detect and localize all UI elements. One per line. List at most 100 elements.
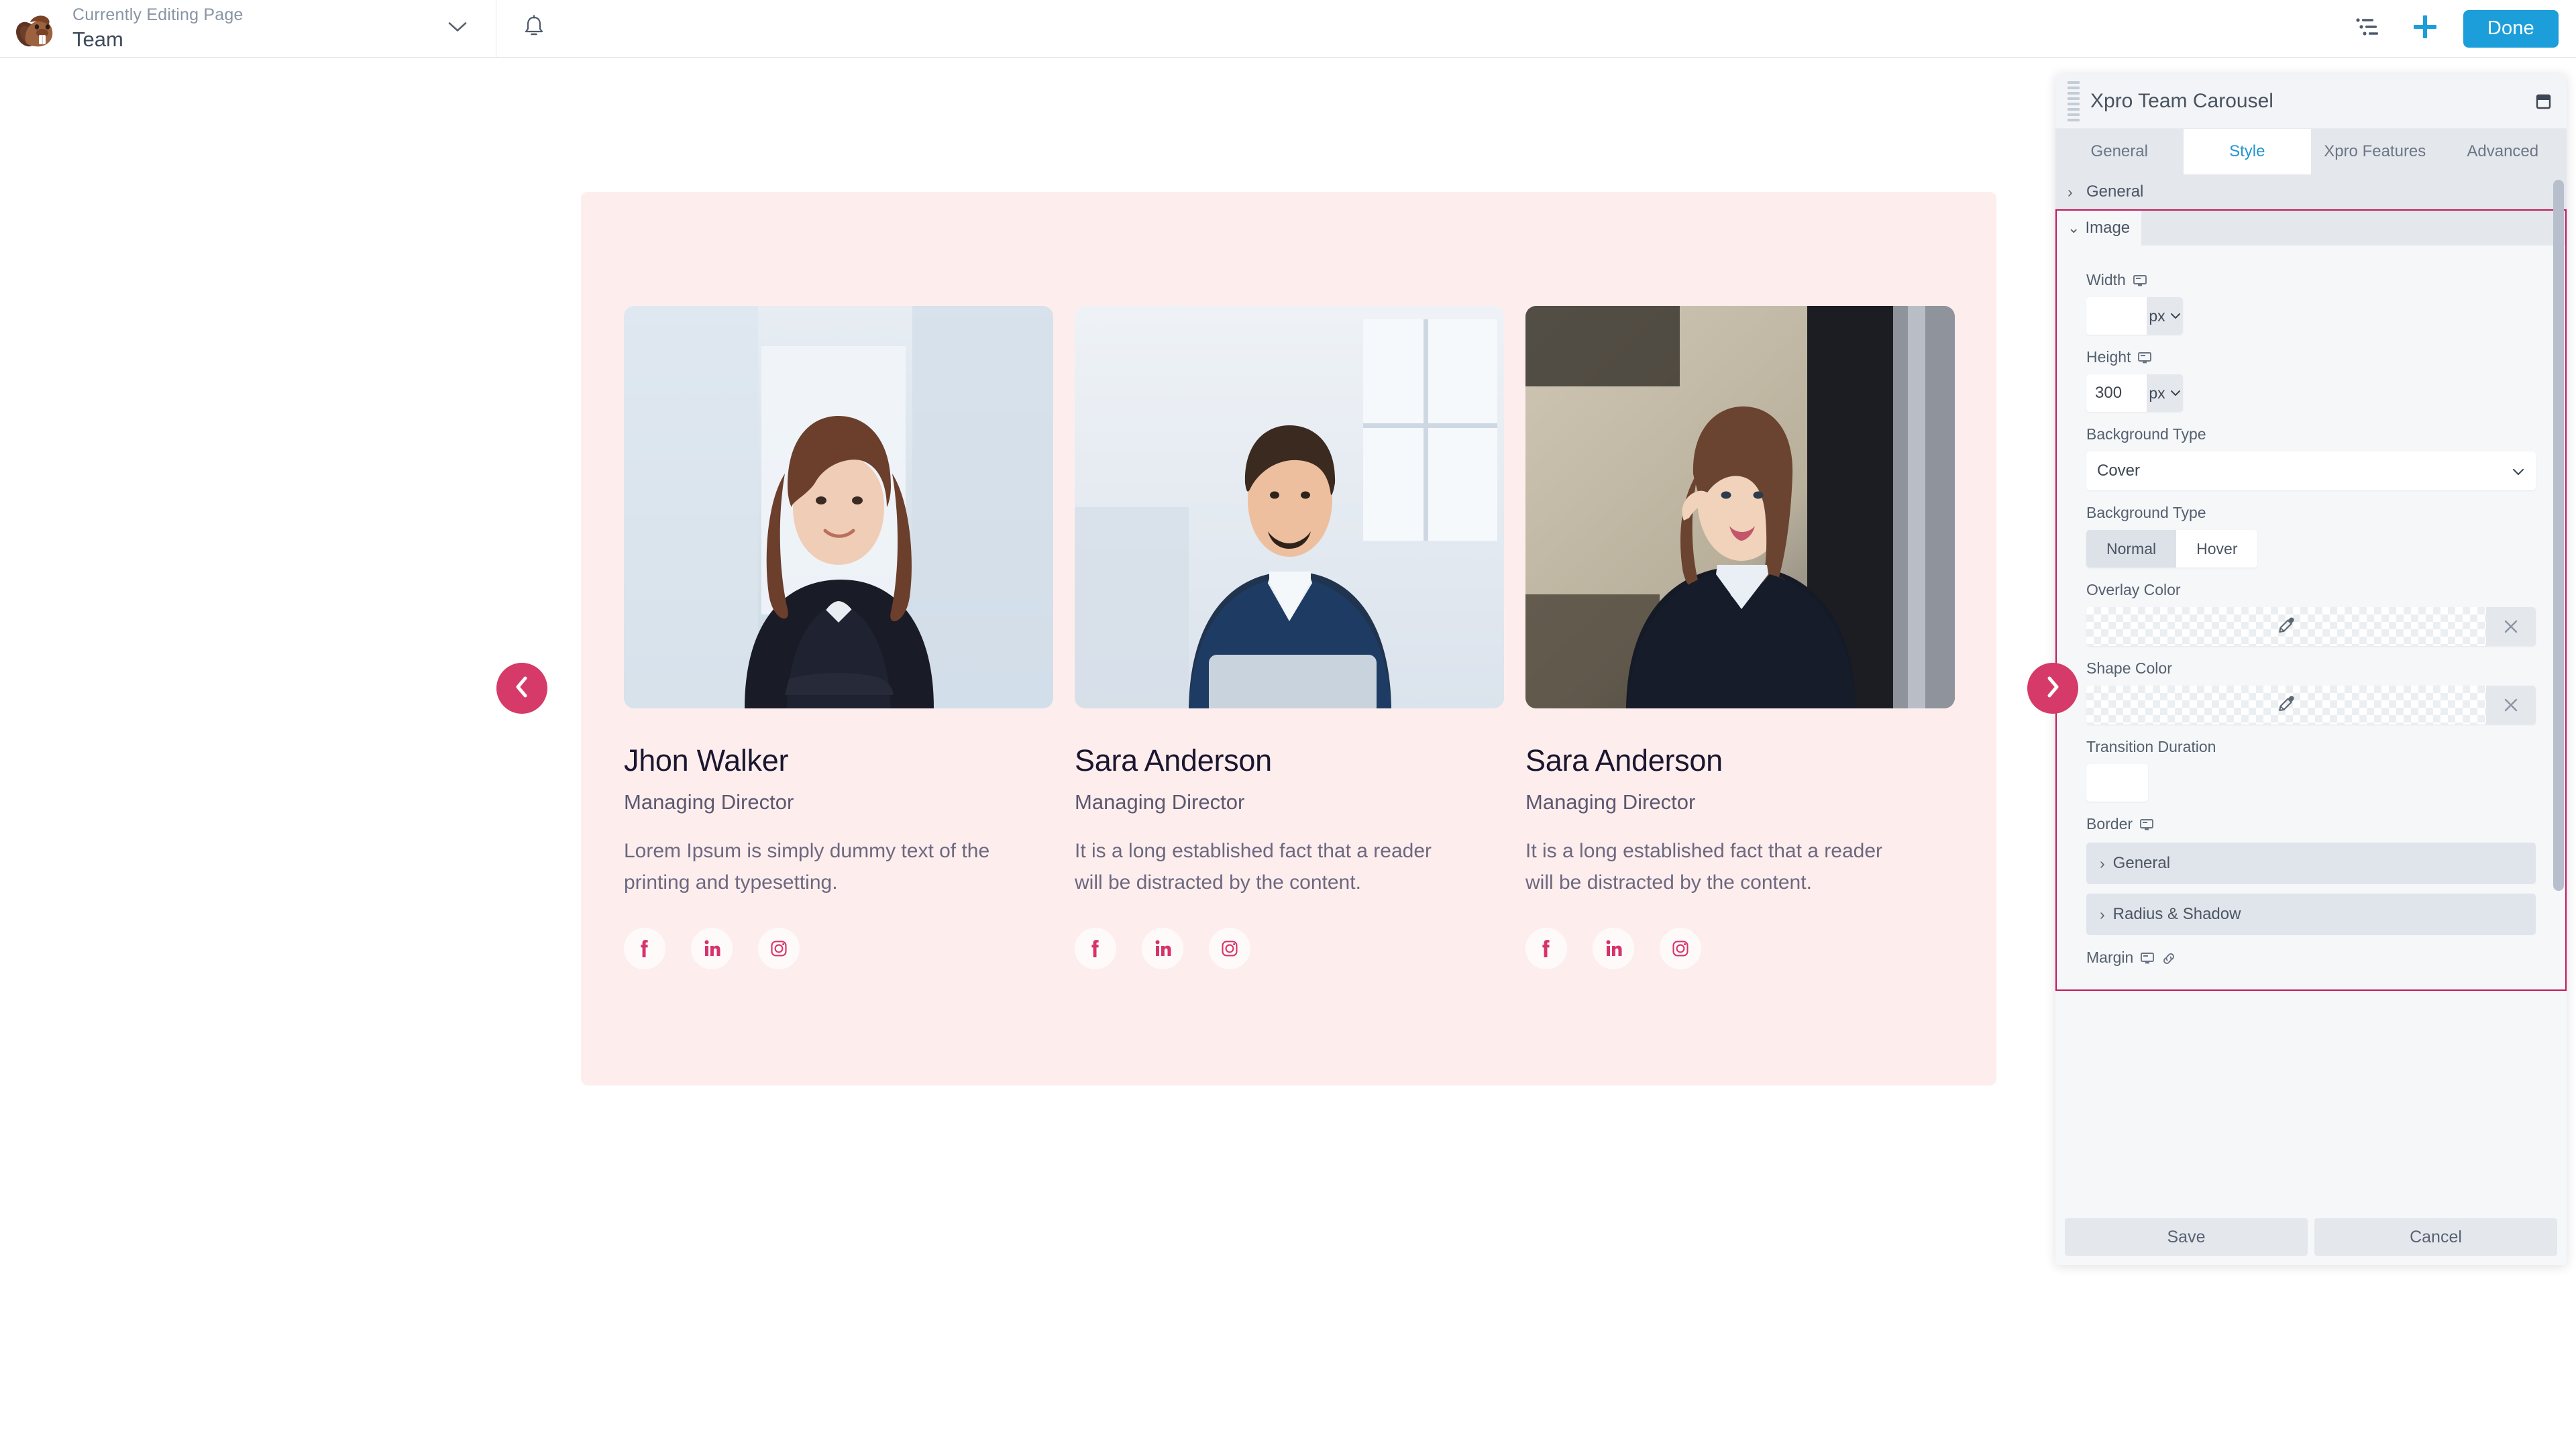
panel-body: › General ⌄ Image Width px Height 300 px… [2055, 174, 2567, 1213]
height-label-row: Height [2086, 348, 2536, 366]
height-unit-select[interactable]: px [2147, 374, 2183, 412]
transition-duration-input[interactable] [2086, 764, 2148, 802]
chevron-down-icon[interactable] [447, 21, 468, 36]
team-member-card[interactable]: Sara Anderson Managing Director It is a … [1075, 306, 1504, 969]
minimize-window-icon[interactable] [2533, 91, 2553, 111]
responsive-device-icon[interactable] [2137, 351, 2152, 364]
field-background-state: Background Type Normal Hover [2086, 504, 2536, 568]
section-general[interactable]: › General [2055, 174, 2567, 209]
chevron-right-icon: › [2100, 905, 2105, 923]
linkedin-icon[interactable] [691, 928, 733, 969]
background-state-toggle: Normal Hover [2086, 530, 2258, 568]
overlay-color-label: Overlay Color [2086, 581, 2181, 598]
facebook-icon[interactable] [1525, 928, 1567, 969]
facebook-icon[interactable] [624, 928, 665, 969]
background-type-label: Background Type [2086, 425, 2206, 443]
field-width: Width px [2086, 271, 2536, 335]
transition-duration-label: Transition Duration [2086, 738, 2216, 755]
save-button[interactable]: Save [2065, 1218, 2308, 1256]
panel-scroll-area: › General ⌄ Image Width px Height 300 px… [2055, 174, 2567, 1213]
team-member-card[interactable]: Sara Anderson Managing Director It is a … [1525, 306, 1955, 969]
radius-shadow-label: Radius & Shadow [2112, 905, 2241, 923]
section-image-label: Image [2085, 219, 2131, 237]
tab-advanced[interactable]: Advanced [2439, 129, 2567, 174]
notifications-button[interactable] [496, 0, 572, 58]
responsive-device-icon[interactable] [2140, 951, 2155, 965]
page-selector[interactable]: Currently Editing Page Team [0, 0, 496, 58]
state-normal-button[interactable]: Normal [2086, 530, 2177, 568]
team-carousel-module[interactable]: Jhon Walker Managing Director Lorem Ipsu… [581, 192, 1996, 1085]
state-hover-button[interactable]: Hover [2176, 530, 2258, 568]
height-label: Height [2086, 348, 2131, 366]
field-border: Border › General › Radius & Shadow [2086, 815, 2536, 935]
facebook-icon[interactable] [1075, 928, 1116, 969]
instagram-icon[interactable] [1209, 928, 1250, 969]
eyedropper-icon [2276, 694, 2296, 717]
link-icon[interactable] [2161, 951, 2176, 965]
done-button[interactable]: Done [2463, 9, 2559, 48]
chevron-right-icon [2044, 676, 2061, 702]
member-description: Lorem Ipsum is simply dummy text of the … [624, 840, 990, 894]
chevron-right-icon: › [2100, 854, 2105, 872]
panel-footer: Save Cancel [2055, 1213, 2567, 1265]
chevron-left-icon [513, 676, 531, 702]
eyedropper-icon [2276, 615, 2296, 639]
width-input[interactable] [2086, 297, 2147, 335]
width-input-group[interactable]: px [2086, 297, 2183, 335]
field-margin: Margin [2086, 949, 2536, 967]
member-role: Managing Director [624, 790, 794, 814]
chevron-down-icon [2512, 462, 2524, 480]
tab-xpro-features[interactable]: Xpro Features [2311, 129, 2439, 174]
overlay-color-swatch[interactable] [2086, 607, 2486, 646]
member-photo [624, 306, 1053, 708]
background-type-value: Cover [2097, 462, 2141, 480]
instagram-icon[interactable] [1660, 928, 1701, 969]
border-general-label: General [2112, 854, 2171, 872]
radius-shadow-section[interactable]: › Radius & Shadow [2086, 894, 2536, 935]
panel-tabs: General Style Xpro Features Advanced [2055, 129, 2567, 174]
panel-header[interactable]: Xpro Team Carousel [2055, 74, 2567, 129]
width-label: Width [2086, 271, 2126, 288]
height-input-group[interactable]: px [2086, 374, 2183, 412]
height-unit-value: px [2149, 384, 2165, 402]
tab-general[interactable]: General [2055, 129, 2184, 174]
height-input[interactable] [2086, 374, 2147, 412]
width-label-row: Width [2086, 271, 2536, 289]
width-unit-value: px [2149, 307, 2165, 325]
linkedin-icon[interactable] [1593, 928, 1634, 969]
panel-scrollbar[interactable] [2553, 180, 2564, 891]
section-image-header[interactable]: ⌄ Image [2057, 211, 2565, 246]
member-name: Jhon Walker [624, 743, 789, 777]
member-social-links [624, 928, 1053, 969]
team-member-card[interactable]: Jhon Walker Managing Director Lorem Ipsu… [624, 306, 1053, 969]
linkedin-icon[interactable] [1142, 928, 1183, 969]
border-general-section[interactable]: › General [2086, 843, 2536, 884]
carousel-track: Jhon Walker Managing Director Lorem Ipsu… [581, 192, 1996, 1085]
background-type-select[interactable]: Cover [2086, 451, 2536, 490]
carousel-prev-button[interactable] [496, 663, 547, 714]
outline-panel-button[interactable] [2339, 0, 2396, 58]
responsive-device-icon[interactable] [2139, 818, 2154, 831]
plus-icon [2411, 13, 2439, 44]
shape-color-clear-button[interactable] [2486, 686, 2536, 724]
instagram-icon[interactable] [758, 928, 800, 969]
cancel-button[interactable]: Cancel [2314, 1218, 2557, 1256]
field-transition-duration: Transition Duration [2086, 738, 2536, 802]
member-description: It is a long established fact that a rea… [1075, 840, 1432, 894]
overlay-color-clear-button[interactable] [2486, 607, 2536, 646]
add-module-button[interactable] [2396, 0, 2454, 58]
page-selector-title: Team [72, 27, 123, 51]
width-unit-select[interactable]: px [2147, 297, 2183, 335]
top-toolbar: Currently Editing Page Team Done [0, 0, 2576, 58]
shape-color-swatch[interactable] [2086, 686, 2486, 724]
drag-handle-icon[interactable] [2068, 80, 2080, 121]
carousel-next-button[interactable] [2027, 663, 2078, 714]
tab-style[interactable]: Style [2183, 129, 2311, 174]
chevron-right-icon: › [2068, 182, 2073, 201]
responsive-device-icon[interactable] [2133, 274, 2147, 287]
member-description: It is a long established fact that a rea… [1525, 840, 1882, 894]
overlay-color-control [2086, 607, 2536, 646]
member-social-links [1075, 928, 1504, 969]
field-background-type: Background Type Cover [2086, 425, 2536, 490]
section-image-body: Width px Height 300 px Background Type C… [2057, 246, 2565, 989]
